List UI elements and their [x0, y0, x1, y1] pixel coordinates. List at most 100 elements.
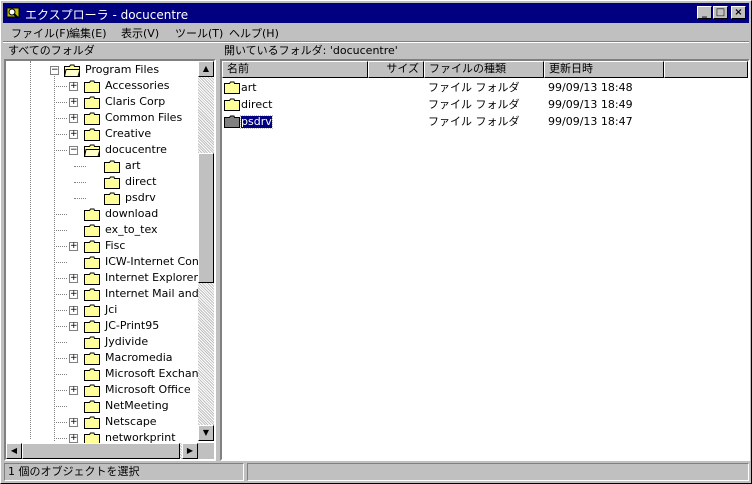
tree-item-label: Creative	[105, 127, 152, 140]
tree-horizontal-scrollbar[interactable]: ◀ ▶	[6, 443, 198, 459]
title-bar[interactable]: エクスプローラ - docucentre _ □ ×	[3, 3, 749, 23]
tree-item[interactable]: NetMeeting	[6, 398, 200, 414]
tree-item[interactable]: ICW-Internet Conn	[6, 254, 206, 270]
expand-icon[interactable]: +	[69, 386, 78, 395]
tree-item[interactable]: Jydivide	[6, 334, 200, 350]
expand-icon[interactable]: +	[69, 290, 78, 299]
folder-icon	[104, 192, 120, 205]
expand-icon[interactable]: +	[69, 306, 78, 315]
hscroll-thumb[interactable]	[22, 443, 180, 459]
tree-item-label: docucentre	[105, 143, 167, 156]
tree-vertical-scrollbar[interactable]: ▲ ▼	[198, 61, 214, 441]
expand-icon[interactable]: +	[69, 434, 78, 443]
tree-item[interactable]: ex_to_tex	[6, 222, 200, 238]
tree-item[interactable]: art	[6, 158, 200, 174]
tree-item[interactable]: + Common Files	[6, 110, 200, 126]
tree-item[interactable]: + Claris Corp	[6, 94, 200, 110]
tree-connector	[54, 246, 67, 247]
tree-item[interactable]: + JC-Print95	[6, 318, 200, 334]
tree-item-label: psdrv	[125, 191, 156, 204]
file-row[interactable]: direct ファイル フォルダ 99/09/13 18:49	[222, 97, 748, 113]
file-modified: 99/09/13 18:48	[548, 81, 633, 94]
folder-icon	[84, 336, 100, 349]
tree-item[interactable]: − Program Files	[6, 62, 200, 78]
tree-item-label: Macromedia	[105, 351, 173, 364]
maximize-button[interactable]: □	[713, 6, 728, 19]
column-name[interactable]: 名前	[222, 61, 368, 78]
tree-item-label: direct	[125, 175, 157, 188]
tree-connector	[54, 358, 67, 359]
tree-item[interactable]: + Accessories	[6, 78, 200, 94]
tree-connector	[74, 198, 86, 199]
expand-icon[interactable]: +	[69, 274, 78, 283]
scroll-thumb[interactable]	[198, 153, 214, 283]
tree-item-label: Microsoft Exchang	[105, 367, 206, 380]
tree-item[interactable]: − docucentre	[6, 142, 200, 158]
menu-edit[interactable]: 編集(E)	[69, 25, 107, 41]
menu-help[interactable]: ヘルプ(H)	[229, 25, 279, 41]
menu-bar: ファイル(F) 編集(E) 表示(V) ツール(T) ヘルプ(H)	[3, 23, 749, 41]
tree-connector	[54, 438, 67, 439]
tree-item-label: Netscape	[105, 415, 157, 428]
tree-item[interactable]: download	[6, 206, 200, 222]
tree-item-label: Internet Mail and N	[105, 287, 211, 300]
scroll-right-button[interactable]: ▶	[182, 443, 198, 459]
expand-icon[interactable]: +	[69, 130, 78, 139]
column-modified[interactable]: 更新日時	[544, 61, 664, 78]
explorer-app-icon	[6, 7, 20, 19]
tree-item-label: Jci	[105, 303, 118, 316]
folder-icon	[84, 96, 100, 109]
tree-item[interactable]: psdrv	[6, 190, 200, 206]
tree-item-label: Program Files	[85, 63, 160, 76]
tree-connector	[74, 182, 86, 183]
column-filler	[664, 61, 748, 78]
tree-connector	[54, 406, 67, 407]
folder-icon-wrap	[224, 98, 240, 114]
tree-item[interactable]: + Jci	[6, 302, 200, 318]
status-secondary	[247, 463, 749, 481]
menu-view[interactable]: 表示(V)	[121, 25, 159, 41]
scroll-up-button[interactable]: ▲	[198, 61, 214, 77]
tree-item-label: Microsoft Office	[105, 383, 191, 396]
tree-item[interactable]: + Internet Explorer	[6, 270, 200, 286]
expand-icon[interactable]: +	[69, 114, 78, 123]
file-list[interactable]: 名前 サイズ ファイルの種類 更新日時 art ファイル フォルダ 99/09/13…	[220, 59, 750, 461]
expand-icon[interactable]: +	[69, 242, 78, 251]
tree-item[interactable]: + Creative	[6, 126, 200, 142]
file-row[interactable]: art ファイル フォルダ 99/09/13 18:48	[222, 80, 748, 96]
folder-tree[interactable]: − Program Files + Accessories + Claris Corp + C…	[4, 59, 216, 461]
tree-connector	[54, 102, 67, 103]
explorer-window: エクスプローラ - docucentre _ □ × ファイル(F) 編集(E)…	[0, 0, 752, 484]
expand-icon[interactable]: +	[69, 354, 78, 363]
folder-icon	[104, 176, 120, 189]
expand-icon[interactable]: +	[69, 98, 78, 107]
file-name: art	[241, 81, 257, 94]
tree-connector	[54, 294, 67, 295]
close-button[interactable]: ×	[731, 6, 746, 19]
tree-item[interactable]: direct	[6, 174, 200, 190]
file-modified: 99/09/13 18:47	[548, 115, 633, 128]
column-type[interactable]: ファイルの種類	[424, 61, 544, 78]
collapse-icon[interactable]: −	[50, 66, 59, 75]
tree-item[interactable]: + Fisc	[6, 238, 200, 254]
minimize-button[interactable]: _	[697, 6, 712, 19]
tree-item[interactable]: + Macromedia	[6, 350, 200, 366]
tree-connector	[54, 342, 67, 343]
tree-item-label: Accessories	[105, 79, 170, 92]
menu-tools[interactable]: ツール(T)	[175, 25, 223, 41]
collapse-icon[interactable]: −	[69, 146, 78, 155]
expand-icon[interactable]: +	[69, 322, 78, 331]
tree-item[interactable]: + Internet Mail and N	[6, 286, 210, 302]
tree-connector	[54, 326, 67, 327]
tree-item[interactable]: + Microsoft Office	[6, 382, 200, 398]
file-row[interactable]: psdrv ファイル フォルダ 99/09/13 18:47	[222, 114, 748, 130]
scroll-left-button[interactable]: ◀	[6, 443, 22, 459]
tree-item[interactable]: + Netscape	[6, 414, 200, 430]
tree-item[interactable]: Microsoft Exchang	[6, 366, 206, 382]
folder-icon	[84, 112, 100, 125]
scroll-down-button[interactable]: ▼	[198, 425, 214, 441]
menu-file[interactable]: ファイル(F)	[11, 25, 70, 41]
column-size[interactable]: サイズ	[368, 61, 424, 78]
expand-icon[interactable]: +	[69, 418, 78, 427]
expand-icon[interactable]: +	[69, 82, 78, 91]
